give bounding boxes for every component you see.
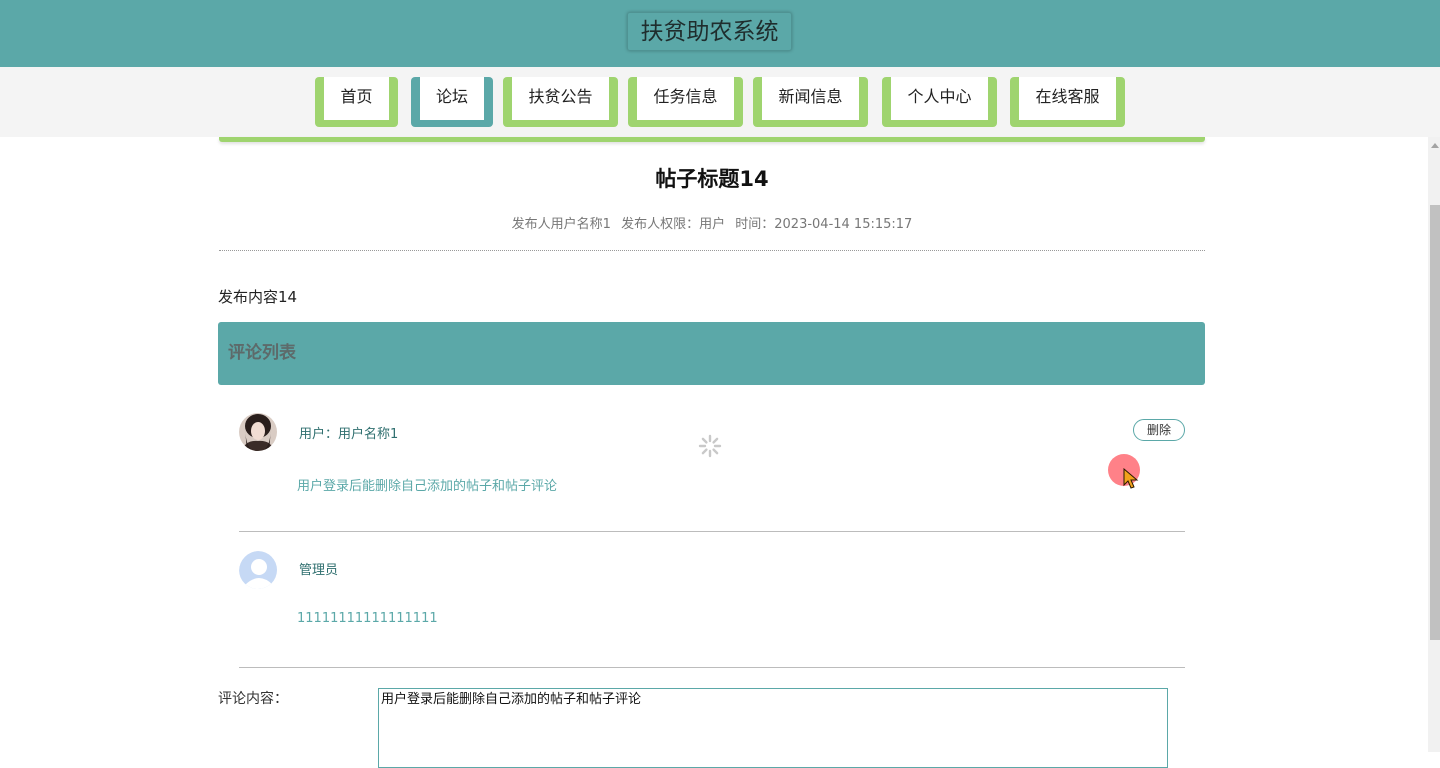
mouse-cursor-icon — [1123, 468, 1139, 489]
nav-item-tasks[interactable]: 任务信息 — [628, 77, 743, 127]
user-photo-icon — [239, 413, 277, 451]
post-title: 帖子标题14 — [655, 167, 769, 191]
nav-item-label: 扶贫公告 — [512, 77, 609, 120]
nav-item-profile[interactable]: 个人中心 — [882, 77, 997, 127]
comment-user: 用户：用户名称1 — [299, 427, 399, 442]
default-avatar-icon — [239, 551, 277, 589]
comment-item: 用户：用户名称1 用户登录后能删除自己添加的帖子和帖子评论 删除 — [239, 395, 1185, 532]
nav-item-label: 新闻信息 — [762, 77, 859, 120]
content-top-border — [219, 137, 1205, 142]
post-content: 发布内容14 — [218, 288, 298, 306]
post-publisher: 发布人用户名称1 — [511, 217, 611, 232]
user-avatar — [239, 413, 277, 451]
nav-item-forum[interactable]: 论坛 — [411, 77, 493, 127]
comment-input[interactable]: 用户登录后能删除自己添加的帖子和帖子评论 — [378, 688, 1168, 768]
nav-item-label: 个人中心 — [891, 77, 988, 120]
post-role: 发布人权限：用户 — [621, 217, 726, 232]
comments-header-label: 评论列表 — [228, 343, 296, 363]
nav-item-home[interactable]: 首页 — [315, 77, 398, 127]
scrollbar-thumb[interactable] — [1430, 205, 1440, 640]
user-avatar — [239, 551, 277, 589]
post-time: 时间：2023-04-14 15:15:17 — [735, 217, 913, 232]
main-nav: 首页 论坛 扶贫公告 任务信息 新闻信息 个人中心 在线客服 — [0, 67, 1440, 137]
comment-user: 管理员 — [299, 563, 339, 578]
comment-text: 11111111111111111 — [297, 611, 438, 626]
post-meta: 发布人用户名称1 发布人权限：用户 时间：2023-04-14 15:15:17 — [219, 213, 1205, 232]
nav-item-news[interactable]: 新闻信息 — [753, 77, 868, 127]
site-header: 扶贫助农系统 — [0, 0, 1440, 67]
nav-item-support[interactable]: 在线客服 — [1010, 77, 1125, 127]
comment-text: 用户登录后能删除自己添加的帖子和帖子评论 — [297, 479, 558, 494]
nav-item-label: 首页 — [324, 77, 389, 120]
delete-comment-button[interactable]: 删除 — [1133, 419, 1185, 441]
nav-item-announcements[interactable]: 扶贫公告 — [503, 77, 618, 127]
nav-item-label: 论坛 — [420, 77, 484, 120]
divider — [219, 250, 1205, 251]
comment-form-label: 评论内容： — [218, 691, 288, 707]
comments-header: 评论列表 — [218, 322, 1205, 385]
scroll-up-icon[interactable] — [1431, 143, 1439, 148]
loading-spinner-icon — [698, 434, 722, 458]
site-title: 扶贫助农系统 — [627, 12, 792, 51]
comment-item: 管理员 11111111111111111 — [239, 531, 1185, 668]
nav-item-label: 任务信息 — [637, 77, 734, 120]
nav-item-label: 在线客服 — [1019, 77, 1116, 120]
